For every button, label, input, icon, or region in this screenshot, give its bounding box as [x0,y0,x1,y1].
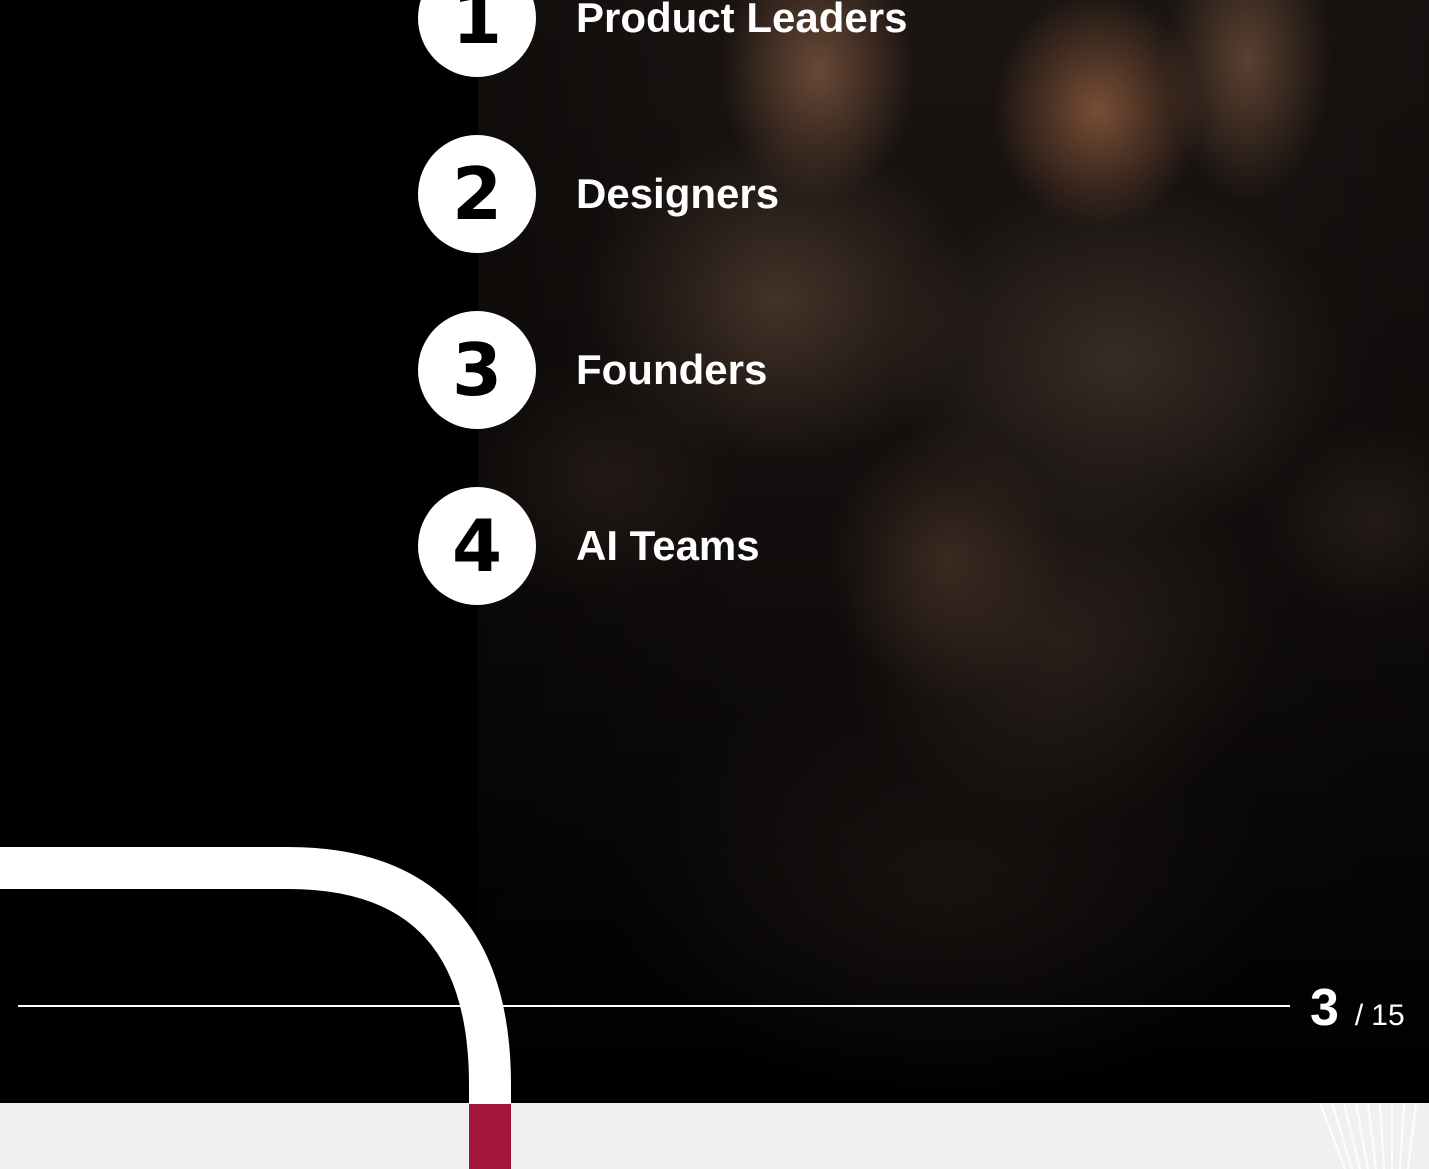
decorative-curve [0,847,511,1169]
